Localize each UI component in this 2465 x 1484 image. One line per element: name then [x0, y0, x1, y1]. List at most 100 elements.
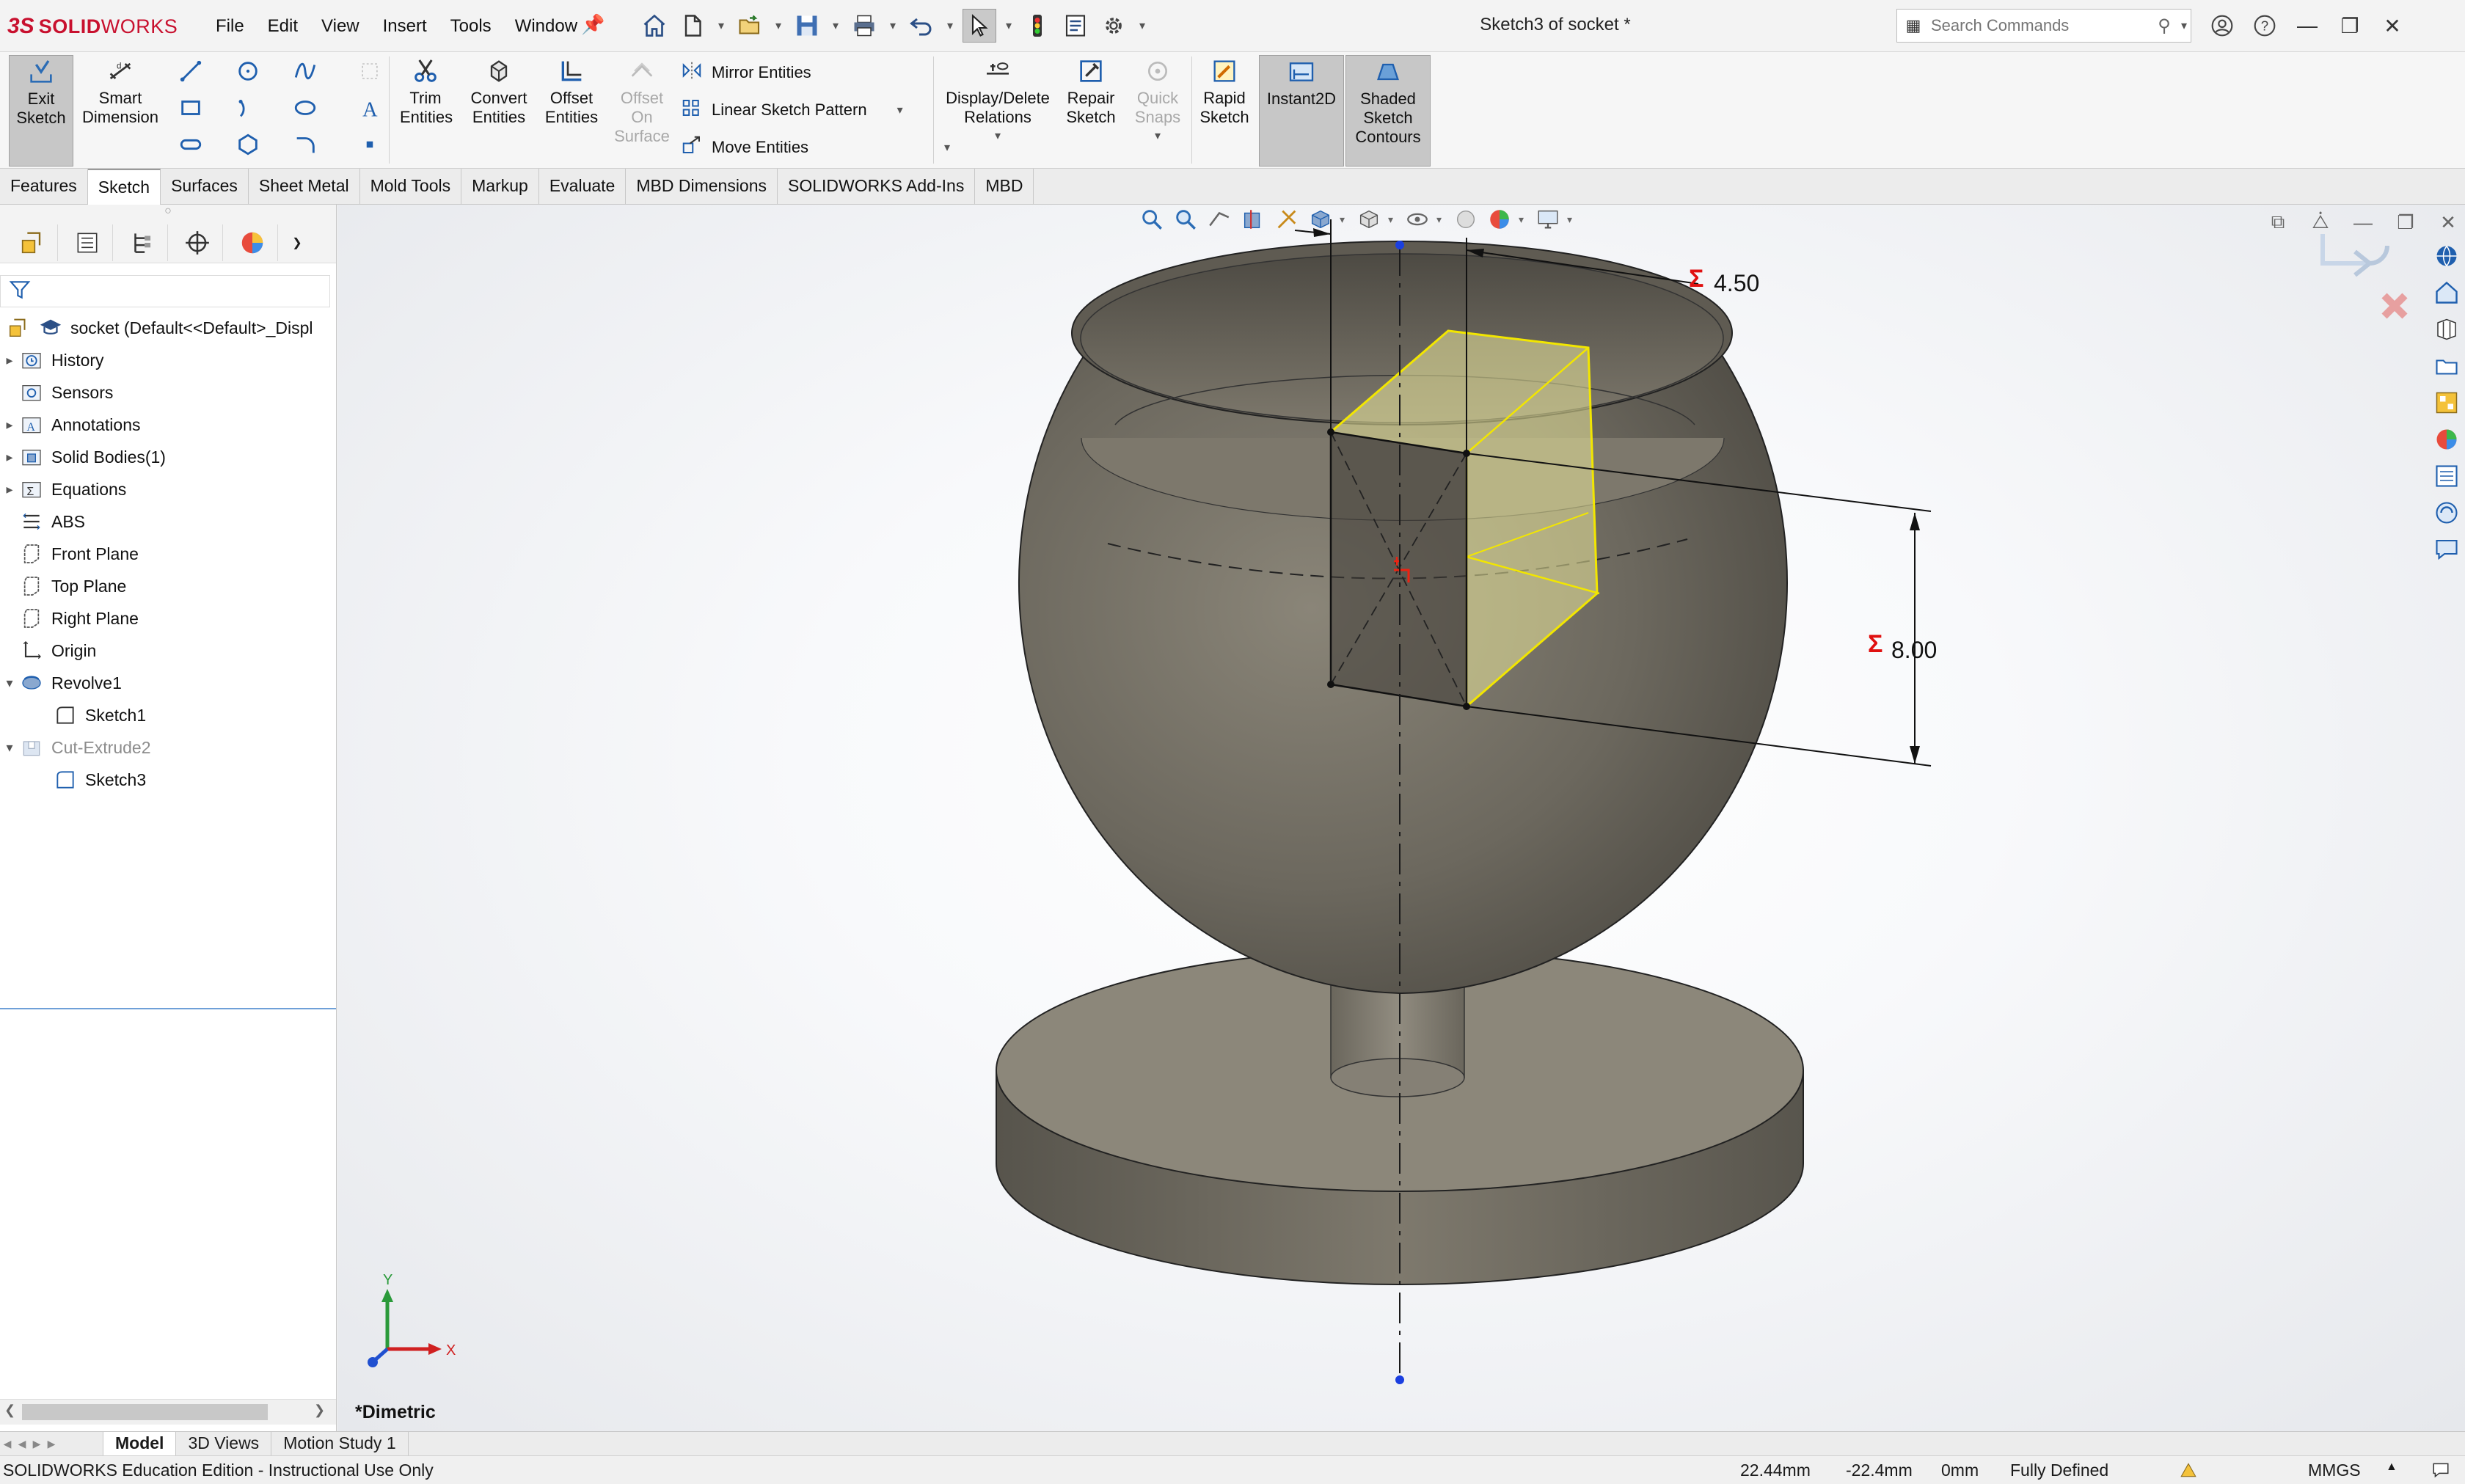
instant2d-button[interactable]: Instant2D [1259, 55, 1344, 167]
rapid-sketch-button[interactable]: Rapid Sketch [1194, 55, 1255, 127]
search-icon[interactable]: ⚲ [2151, 15, 2177, 37]
menu-file[interactable]: File [204, 13, 256, 40]
expand-icon[interactable]: ▸ [0, 450, 19, 465]
scrollbar-thumb[interactable] [22, 1404, 268, 1420]
display-delete-relations-button[interactable]: Display/Delete Relations ▾ [941, 55, 1055, 146]
tree-item-sensors[interactable]: Sensors [0, 378, 113, 407]
undo-icon[interactable] [905, 10, 938, 42]
tree-root-part[interactable]: socket (Default<<Default>_Displ [6, 313, 313, 343]
rebuild-status-icon[interactable] [2177, 1461, 2199, 1484]
open-folder-icon[interactable] [734, 10, 766, 42]
chevron-down-icon[interactable]: ▾ [991, 127, 1004, 146]
tab-3d-views[interactable]: 3D Views [175, 1432, 271, 1455]
close-icon[interactable]: ✕ [2371, 7, 2414, 44]
tab-solidworks-add-ins[interactable]: SOLIDWORKS Add-Ins [778, 169, 976, 204]
new-document-icon[interactable] [676, 10, 709, 42]
tree-item-equations[interactable]: ▸ Σ Equations [0, 475, 126, 504]
menu-window[interactable]: Window [503, 13, 589, 40]
chevron-down-icon[interactable]: ▾ [2177, 18, 2191, 33]
chevron-down-icon[interactable]: ▾ [894, 103, 907, 117]
options-gear-icon[interactable] [1098, 10, 1130, 42]
point-tool-icon[interactable] [355, 130, 384, 159]
chevron-down-icon[interactable]: ▾ [943, 18, 957, 33]
user-account-icon[interactable] [2201, 7, 2243, 44]
prev-tab-icon[interactable]: ◀ [15, 1438, 29, 1450]
collapse-icon[interactable]: ▾ [0, 676, 19, 691]
minimize-icon[interactable]: — [2286, 7, 2329, 44]
tree-filter[interactable] [0, 275, 330, 307]
horizontal-scrollbar[interactable]: ❮ ❯ [0, 1399, 336, 1425]
offset-on-surface-button[interactable]: Offset On Surface [610, 55, 673, 146]
print-icon[interactable] [848, 10, 880, 42]
tab-evaluate[interactable]: Evaluate [539, 169, 627, 204]
menu-tools[interactable]: Tools [439, 13, 503, 40]
line-tool-icon[interactable] [176, 56, 205, 86]
tab-features[interactable]: Features [0, 169, 88, 204]
help-icon[interactable]: ? [2243, 7, 2286, 44]
tab-markup[interactable]: Markup [461, 169, 539, 204]
chevron-down-icon[interactable]: ▾ [1002, 18, 1015, 33]
chevron-down-icon[interactable]: ▾ [715, 18, 728, 33]
mirror-entities-button[interactable]: Mirror Entities [679, 59, 811, 86]
menu-edit[interactable]: Edit [256, 13, 310, 40]
search-commands-box[interactable]: ▦ ⚲ ▾ [1896, 9, 2191, 43]
first-tab-icon[interactable]: ◀ [0, 1438, 15, 1450]
units-system[interactable]: MMGS [2308, 1461, 2361, 1480]
save-icon[interactable] [791, 10, 823, 42]
ellipse-tool-icon[interactable] [291, 93, 320, 123]
tab-mold-tools[interactable]: Mold Tools [360, 169, 462, 204]
tree-item-cut-extrude2[interactable]: ▾ Cut-Extrude2 [0, 733, 150, 762]
tree-item-right-plane[interactable]: Right Plane [0, 604, 139, 633]
dimension-width-value[interactable]: 4.50 [1714, 270, 1759, 296]
tree-item-sketch3[interactable]: Sketch3 [53, 765, 146, 794]
graphics-area[interactable]: ▾ ▾ ▾ ▾ ▾ ⧉ ⧊ — ❐ ✕ Σ 4.50 Σ 8.00 Y X *D… [337, 205, 2465, 1431]
chevron-down-icon[interactable]: ▾ [886, 18, 899, 33]
quick-snaps-button[interactable]: Quick Snaps ▾ [1128, 55, 1187, 146]
tree-item-history[interactable]: ▸ History [0, 346, 103, 375]
tab-sheet-metal[interactable]: Sheet Metal [249, 169, 360, 204]
expand-icon[interactable]: ▸ [0, 353, 19, 368]
search-input[interactable] [1929, 15, 2151, 36]
menu-view[interactable]: View [310, 13, 371, 40]
collapse-icon[interactable]: ▾ [0, 740, 19, 756]
arc-tool-icon[interactable] [233, 93, 263, 123]
shaded-sketch-contours-button[interactable]: Shaded Sketch Contours [1345, 55, 1431, 167]
smart-dimension-button[interactable]: d Smart Dimension [79, 55, 161, 127]
tree-item-revolve1[interactable]: ▾ Revolve1 [0, 668, 121, 698]
restore-icon[interactable]: ❐ [2329, 7, 2371, 44]
expand-icon[interactable]: ▸ [0, 417, 19, 433]
quick-tips-icon[interactable] [2430, 1461, 2452, 1484]
menu-insert[interactable]: Insert [371, 13, 439, 40]
chevron-right-icon[interactable]: ❯ [282, 224, 312, 261]
linear-sketch-pattern-button[interactable]: Linear Sketch Pattern ▾ [679, 97, 907, 123]
tab-mbd-dimensions[interactable]: MBD Dimensions [626, 169, 778, 204]
move-entities-button[interactable]: Move Entities ▾ [679, 134, 954, 161]
solidworks-logo[interactable]: 3S SOLIDWORKS [7, 12, 178, 41]
repair-sketch-button[interactable]: Repair Sketch [1061, 55, 1121, 127]
slot-tool-icon[interactable] [176, 130, 205, 159]
feature-manager-tab-icon[interactable] [7, 224, 58, 261]
next-tab-icon[interactable]: ▶ [29, 1438, 44, 1450]
fillet-tool-icon[interactable] [291, 130, 320, 159]
file-properties-icon[interactable] [1059, 10, 1092, 42]
pin-icon[interactable]: 📌 [581, 13, 605, 36]
trim-entities-button[interactable]: Trim Entities [396, 55, 455, 127]
tree-item-top-plane[interactable]: Top Plane [0, 571, 126, 601]
chevron-down-icon[interactable]: ▾ [1151, 127, 1164, 146]
tab-surfaces[interactable]: Surfaces [161, 169, 249, 204]
display-manager-tab-icon[interactable] [227, 224, 278, 261]
chevron-down-icon[interactable]: ▾ [829, 18, 842, 33]
last-tab-icon[interactable]: ▶ [44, 1438, 59, 1450]
rebuild-traffic-light-icon[interactable] [1021, 10, 1053, 42]
home-icon[interactable] [638, 10, 671, 42]
tree-item-annotations[interactable]: ▸ A Annotations [0, 410, 140, 439]
dimxpert-manager-tab-icon[interactable] [172, 224, 223, 261]
circle-tool-icon[interactable] [233, 56, 263, 86]
tab-model[interactable]: Model [103, 1432, 176, 1455]
expand-icon[interactable]: ▸ [0, 482, 19, 497]
tab-motion-study-1[interactable]: Motion Study 1 [271, 1432, 409, 1455]
tab-mbd[interactable]: MBD [975, 169, 1034, 204]
rollback-bar[interactable] [0, 1008, 336, 1009]
units-caret-icon[interactable]: ▲ [2386, 1461, 2398, 1474]
convert-entities-button[interactable]: Convert Entities [465, 55, 533, 127]
